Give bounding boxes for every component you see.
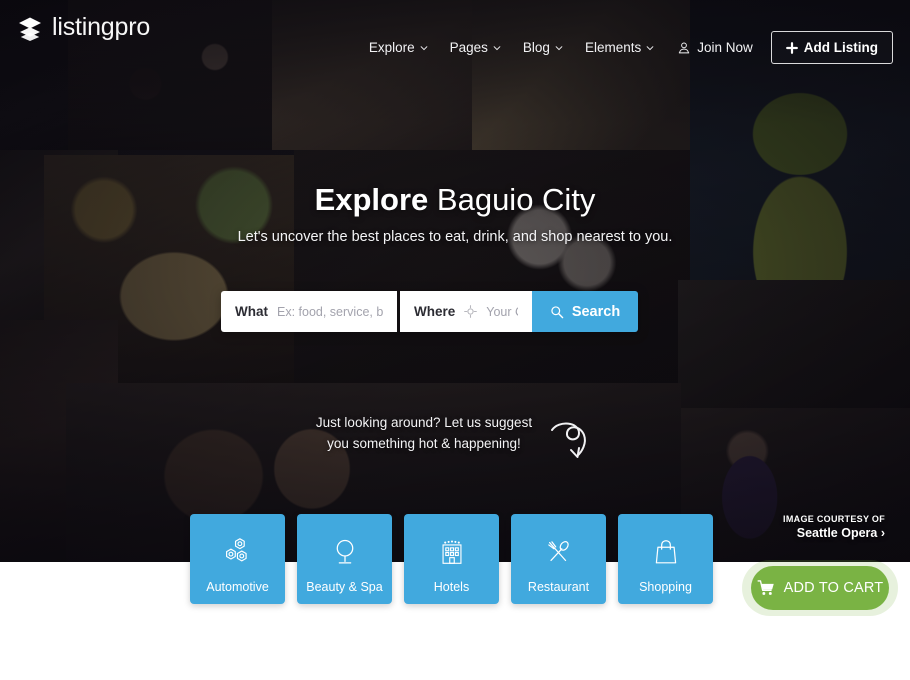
site-header: listingpro Explore Pages Blog Elements J…: [0, 0, 910, 90]
primary-navigation: Explore Pages Blog Elements Join Now Add…: [358, 31, 893, 64]
search-icon: [551, 305, 564, 318]
what-label: What: [235, 304, 268, 319]
user-icon: [679, 42, 690, 53]
fork-knife-icon: [547, 541, 569, 562]
nav-item-blog[interactable]: Blog: [512, 34, 574, 61]
logo[interactable]: listingpro: [17, 13, 150, 42]
hero-title-bold: Explore: [314, 182, 429, 217]
plus-icon: [785, 41, 798, 54]
shopping-bag-icon: [655, 540, 676, 564]
category-tile-hotels[interactable]: Hotels: [404, 514, 499, 604]
category-tile-shopping[interactable]: Shopping: [618, 514, 713, 604]
add-to-cart-label: ADD TO CART: [783, 580, 884, 596]
search-button-label: Search: [571, 303, 621, 320]
page-title: Explore Baguio City: [0, 182, 910, 218]
where-field-group[interactable]: Where: [400, 291, 532, 332]
category-tile-restaurant[interactable]: Restaurant: [511, 514, 606, 604]
add-listing-label: Add Listing: [803, 40, 878, 55]
category-label: Beauty & Spa: [306, 580, 383, 594]
search-bar: What Where Search: [221, 291, 638, 332]
join-now-button[interactable]: Join Now: [665, 34, 763, 61]
vanity-mirror-icon: [336, 539, 353, 564]
category-tile-automotive[interactable]: Automotive: [190, 514, 285, 604]
suggestion-prompt: Just looking around? Let us suggest you …: [0, 412, 910, 464]
curly-arrow-icon: [551, 422, 586, 458]
suggest-line-1: Just looking around? Let us suggest: [315, 415, 533, 430]
crosshair-location-icon: [464, 305, 478, 318]
hero-subtitle: Let's uncover the best places to eat, dr…: [237, 228, 673, 245]
category-label: Automotive: [206, 580, 269, 594]
category-tiles: Automotive Beauty & Spa Hotels Restauran…: [190, 514, 713, 604]
hero-title-city: Baguio City: [436, 182, 596, 217]
chevron-down-icon: [420, 45, 427, 50]
where-label: Where: [414, 304, 456, 319]
nav-item-explore[interactable]: Explore: [358, 34, 439, 61]
gears-icon: [225, 538, 247, 562]
category-label: Shopping: [639, 580, 692, 594]
join-now-label: Join Now: [697, 40, 753, 55]
search-what-input[interactable]: [277, 304, 383, 319]
chevron-down-icon: [555, 45, 563, 50]
nav-item-elements[interactable]: Elements: [574, 34, 665, 61]
category-tile-beauty-spa[interactable]: Beauty & Spa: [297, 514, 392, 604]
nav-label: Explore: [368, 40, 415, 55]
listingpro-landing-page: listingpro Explore Pages Blog Elements J…: [0, 0, 910, 680]
hero-section: listingpro Explore Pages Blog Elements J…: [0, 0, 910, 562]
hotel-building-icon: [441, 540, 462, 564]
add-to-cart-container: ADD TO CART: [742, 560, 898, 616]
suggest-line-2: you something hot & happening!: [327, 436, 521, 451]
layers-icon: [19, 17, 41, 41]
courtesy-link[interactable]: Seattle Opera ›: [783, 526, 885, 540]
what-field-group[interactable]: What: [221, 291, 397, 332]
add-listing-button[interactable]: Add Listing: [770, 31, 893, 64]
shopping-cart-icon: [757, 580, 774, 595]
category-label: Hotels: [433, 580, 470, 594]
image-courtesy-overlay: IMAGE COURTESY OF Seattle Opera ›: [783, 514, 885, 540]
search-button[interactable]: Search: [532, 291, 638, 332]
category-label: Restaurant: [527, 580, 590, 594]
search-where-input[interactable]: [486, 304, 518, 319]
chevron-down-icon: [493, 45, 501, 50]
logo-text: listingpro: [52, 13, 151, 41]
chevron-down-icon: [646, 45, 654, 50]
nav-label: Elements: [584, 40, 642, 55]
nav-label: Pages: [449, 40, 488, 55]
nav-item-pages[interactable]: Pages: [439, 34, 512, 61]
nav-label: Blog: [522, 40, 550, 55]
add-to-cart-button[interactable]: ADD TO CART: [751, 566, 889, 610]
courtesy-prefix: IMAGE COURTESY OF: [783, 514, 885, 524]
